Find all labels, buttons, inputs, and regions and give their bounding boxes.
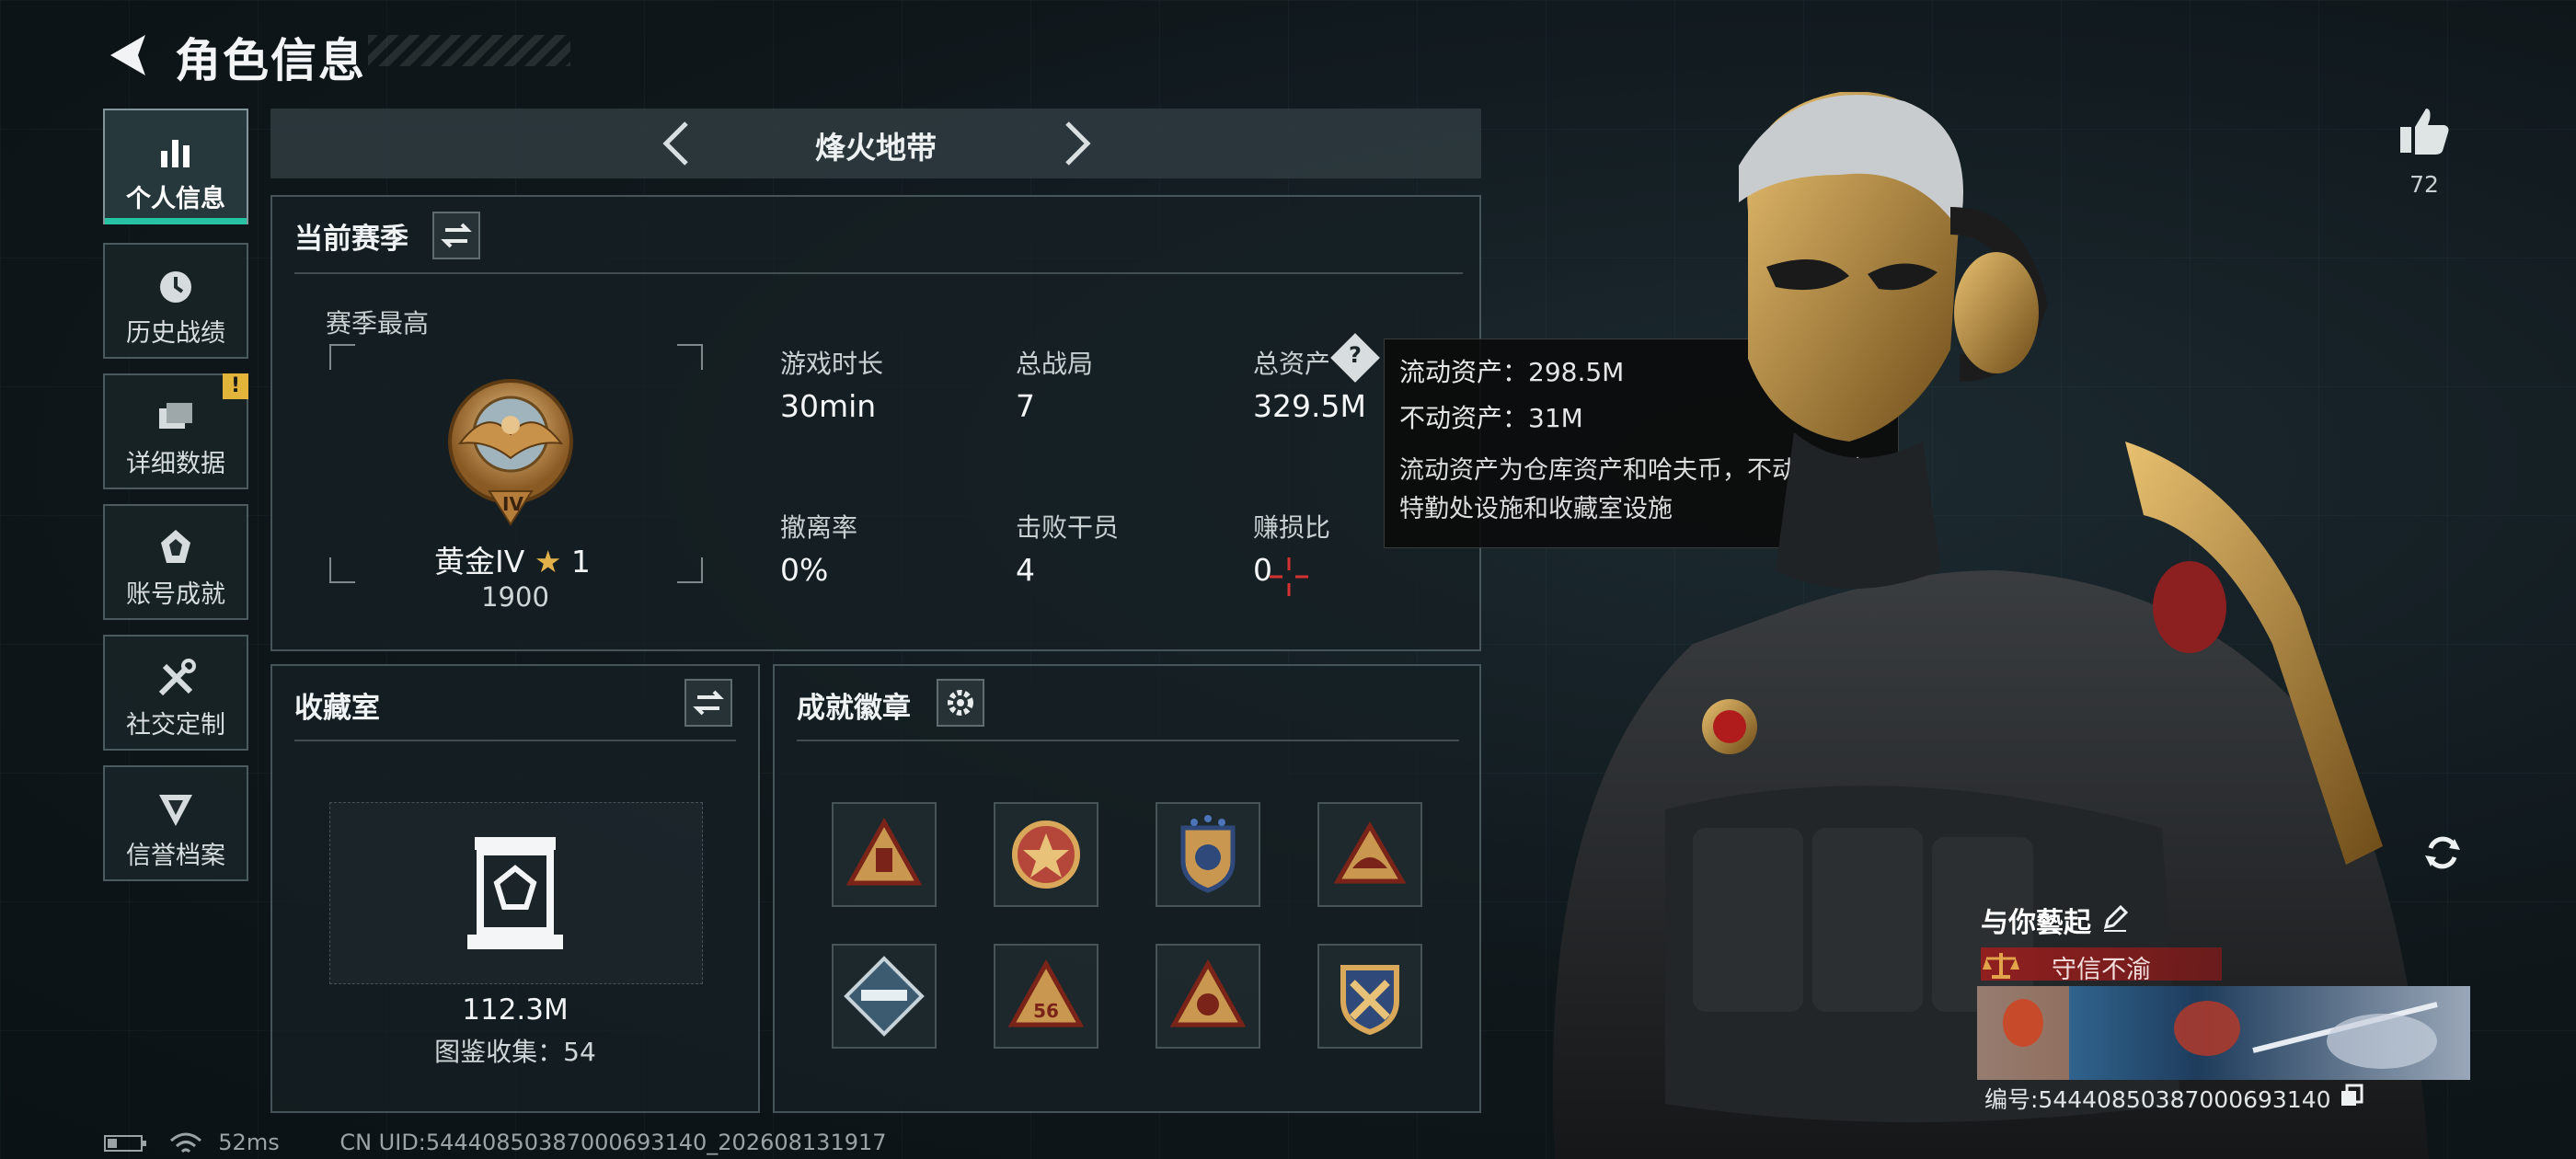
badge-slot[interactable] xyxy=(1156,944,1260,1049)
swap-icon xyxy=(693,690,724,716)
sidebar-item-label: 账号成就 xyxy=(126,580,225,609)
sidebar-item-history[interactable]: 历史战绩 xyxy=(103,243,248,359)
badge-icon xyxy=(845,817,923,886)
achievement-icon xyxy=(161,530,190,563)
badge-icon: 56 xyxy=(1007,958,1085,1027)
stat-label-matches: 总战局 xyxy=(1016,349,1094,379)
badge-icon xyxy=(1180,815,1236,893)
ping-value: 52ms xyxy=(218,1130,280,1155)
sidebar-item-label: 详细数据 xyxy=(126,450,225,478)
season-swap-button[interactable] xyxy=(432,212,480,259)
mode-selector: 烽火地带 xyxy=(270,109,1481,178)
rank-numeral: IV xyxy=(502,493,523,515)
stat-label-profit-ratio: 赚损比 xyxy=(1253,512,1331,543)
badge-slot[interactable] xyxy=(832,802,937,907)
sidebar-item-reputation[interactable]: 信誉档案 xyxy=(103,765,248,881)
badge-slot[interactable]: 56 xyxy=(994,944,1098,1049)
player-name: 与你藝起 xyxy=(1981,907,2091,939)
sidebar-item-label: 历史战绩 xyxy=(126,319,225,348)
badge-icon xyxy=(844,956,925,1037)
history-icon xyxy=(160,271,191,303)
badge-number: 56 xyxy=(1033,1000,1059,1022)
player-id: 编号:5444085038700069314​0 xyxy=(1984,1086,2331,1113)
star-icon: ★ xyxy=(534,544,562,580)
back-arrow-icon[interactable] xyxy=(101,28,156,83)
badge-slot[interactable] xyxy=(994,802,1098,907)
crosshair-icon xyxy=(1270,557,1308,596)
collection-catalog: 图鉴收集：54 xyxy=(434,1037,596,1067)
stat-value-total-assets: 329.5M xyxy=(1253,388,1366,424)
sidebar-item-label: 个人信息 xyxy=(126,185,225,213)
stat-label-total-assets: 总资产 xyxy=(1253,349,1331,379)
battery-icon xyxy=(104,1135,146,1152)
badges-title: 成就徽章 xyxy=(797,692,911,725)
rank-stars: 1 xyxy=(570,544,591,580)
season-title: 当前赛季 xyxy=(294,223,408,256)
badge-icon xyxy=(1340,965,1399,1036)
rank-points: 1900 xyxy=(481,581,549,613)
sidebar-item-personal-info[interactable]: 个人信息 xyxy=(103,109,248,224)
season-best-label: 赛季最高 xyxy=(326,308,430,339)
collection-title: 收藏室 xyxy=(294,692,380,725)
sidebar-item-social[interactable]: 社交定制 xyxy=(103,635,248,751)
stat-value-kills: 4 xyxy=(1016,552,1035,588)
stat-value-matches: 7 xyxy=(1016,388,1035,424)
reputation-icon xyxy=(159,795,192,826)
badges-divider xyxy=(797,740,1459,741)
collection-swap-button[interactable] xyxy=(684,679,732,727)
player-banner-image xyxy=(1977,986,2470,1080)
stat-value-playtime: 30min xyxy=(780,388,877,424)
sidebar-item-details[interactable]: ! 详细数据 xyxy=(103,373,248,489)
badges-settings-button[interactable] xyxy=(937,679,984,727)
sidebar-item-achievements[interactable]: 账号成就 xyxy=(103,504,248,620)
page-title: 角色信息 xyxy=(175,34,366,87)
bar-chart-icon xyxy=(161,140,190,167)
rotate-icon[interactable] xyxy=(2418,828,2467,878)
badge-icon xyxy=(1012,820,1080,889)
gear-icon xyxy=(948,690,973,716)
badge-icon xyxy=(1333,821,1407,884)
alert-badge: ! xyxy=(223,373,248,399)
mode-name: 烽火地带 xyxy=(815,130,937,166)
season-divider xyxy=(294,272,1463,274)
edit-pencil-icon[interactable] xyxy=(2100,903,2130,933)
rank-name: 黄金IV xyxy=(434,544,525,580)
title-decor-stripe xyxy=(368,35,570,66)
badge-slot[interactable] xyxy=(1156,802,1260,907)
display-case-icon xyxy=(467,837,563,949)
wifi-icon xyxy=(169,1132,201,1153)
badge-slot[interactable] xyxy=(1317,944,1422,1049)
stat-value-extraction-rate: 0% xyxy=(780,552,829,588)
badge-icon xyxy=(1169,958,1247,1027)
sidebar-item-label: 社交定制 xyxy=(126,711,225,740)
uid-text: CN UID:5444085038700069314​0_20260813191… xyxy=(339,1130,887,1155)
next-mode-arrow-icon[interactable] xyxy=(1049,118,1100,169)
scales-emblem-icon xyxy=(1983,953,2019,979)
folder-icon xyxy=(159,403,192,429)
player-name-card: 与你藝起 守信不渝 编号:5444085038700069314​0 xyxy=(1973,890,2470,1113)
tools-icon xyxy=(158,659,196,696)
collection-value: 112.3M xyxy=(462,993,569,1027)
copy-icon[interactable] xyxy=(2340,1084,2363,1107)
swap-icon xyxy=(441,223,472,248)
collection-divider xyxy=(294,740,736,741)
stat-label-extraction-rate: 撤离率 xyxy=(780,512,858,543)
sidebar-item-label: 信誉档案 xyxy=(126,842,225,870)
status-bar: 52ms CN UID:5444085038700069314​0_202608… xyxy=(103,1130,887,1155)
badge-slot[interactable] xyxy=(1317,802,1422,907)
stat-label-playtime: 游戏时长 xyxy=(780,349,884,379)
rank-name-row: 黄金IV ★ 1 xyxy=(434,537,591,581)
badge-slot[interactable] xyxy=(832,944,937,1049)
stat-label-kills: 击败干员 xyxy=(1016,512,1120,543)
